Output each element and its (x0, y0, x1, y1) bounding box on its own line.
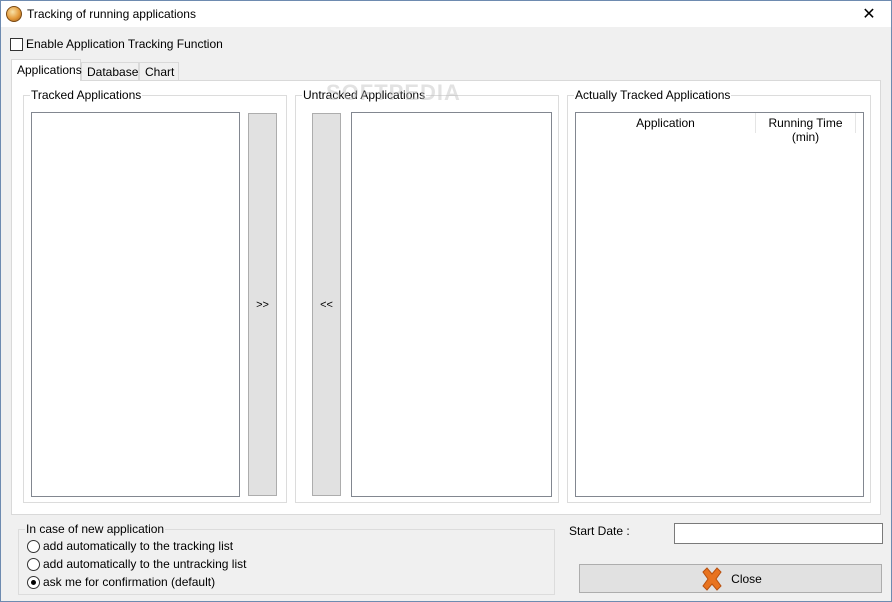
actually-tracked-label: Actually Tracked Applications (574, 88, 732, 102)
app-icon (6, 6, 22, 22)
radio-button[interactable] (27, 557, 40, 571)
applications-panel: Tracked Applications >> Untracked Applic… (11, 80, 881, 515)
close-x-icon (702, 566, 722, 591)
window-title: Tracking of running applications (27, 7, 196, 21)
actually-tracked-group: Actually Tracked Applications Applicatio… (567, 88, 871, 503)
column-header-running-time[interactable]: Running Time (min) (756, 113, 856, 144)
untracked-applications-list[interactable] (351, 112, 552, 497)
option-add-tracking[interactable]: add automatically to the tracking list (27, 539, 233, 553)
move-to-tracked-button[interactable]: << (312, 113, 341, 496)
tracked-applications-group: Tracked Applications >> (23, 88, 287, 503)
actually-tracked-listview[interactable]: Application Running Time (min) (575, 112, 864, 497)
new-application-label: In case of new application (25, 522, 166, 536)
untracked-applications-group: Untracked Applications << (295, 88, 559, 503)
move-to-untracked-button[interactable]: >> (248, 113, 277, 496)
close-button-label: Close (731, 571, 762, 586)
radio-button[interactable] (27, 539, 40, 553)
untracked-applications-label: Untracked Applications (302, 88, 427, 102)
enable-tracking-label: Enable Application Tracking Function (26, 37, 223, 51)
tracked-applications-list[interactable] (31, 112, 240, 497)
window-close-button[interactable]: ✕ (847, 1, 891, 27)
option-label: add automatically to the tracking list (43, 539, 234, 553)
close-icon: ✕ (862, 6, 876, 23)
option-label: add automatically to the untracking list (43, 557, 247, 571)
option-add-untracking[interactable]: add automatically to the untracking list (27, 557, 246, 571)
checkbox-box[interactable] (10, 37, 23, 51)
tracked-applications-label: Tracked Applications (30, 88, 143, 102)
radio-button-selected[interactable] (27, 575, 40, 589)
new-application-group: In case of new application add automatic… (18, 522, 555, 595)
tab-database[interactable]: Database (81, 62, 139, 80)
close-button[interactable]: Close (579, 564, 882, 593)
listview-header: Application Running Time (min) (576, 113, 856, 144)
tab-applications[interactable]: Applications (11, 59, 82, 81)
option-label: ask me for confirmation (default) (43, 575, 216, 589)
option-ask-confirmation[interactable]: ask me for confirmation (default) (27, 575, 215, 589)
start-date-label: Start Date : (569, 524, 630, 538)
main-window: Tracking of running applications ✕ Enabl… (0, 0, 892, 602)
title-bar: Tracking of running applications ✕ (1, 1, 891, 27)
enable-tracking-checkbox[interactable]: Enable Application Tracking Function (10, 37, 223, 51)
column-header-application[interactable]: Application (576, 113, 756, 133)
tab-chart[interactable]: Chart (139, 62, 179, 80)
start-date-field[interactable] (674, 523, 883, 544)
